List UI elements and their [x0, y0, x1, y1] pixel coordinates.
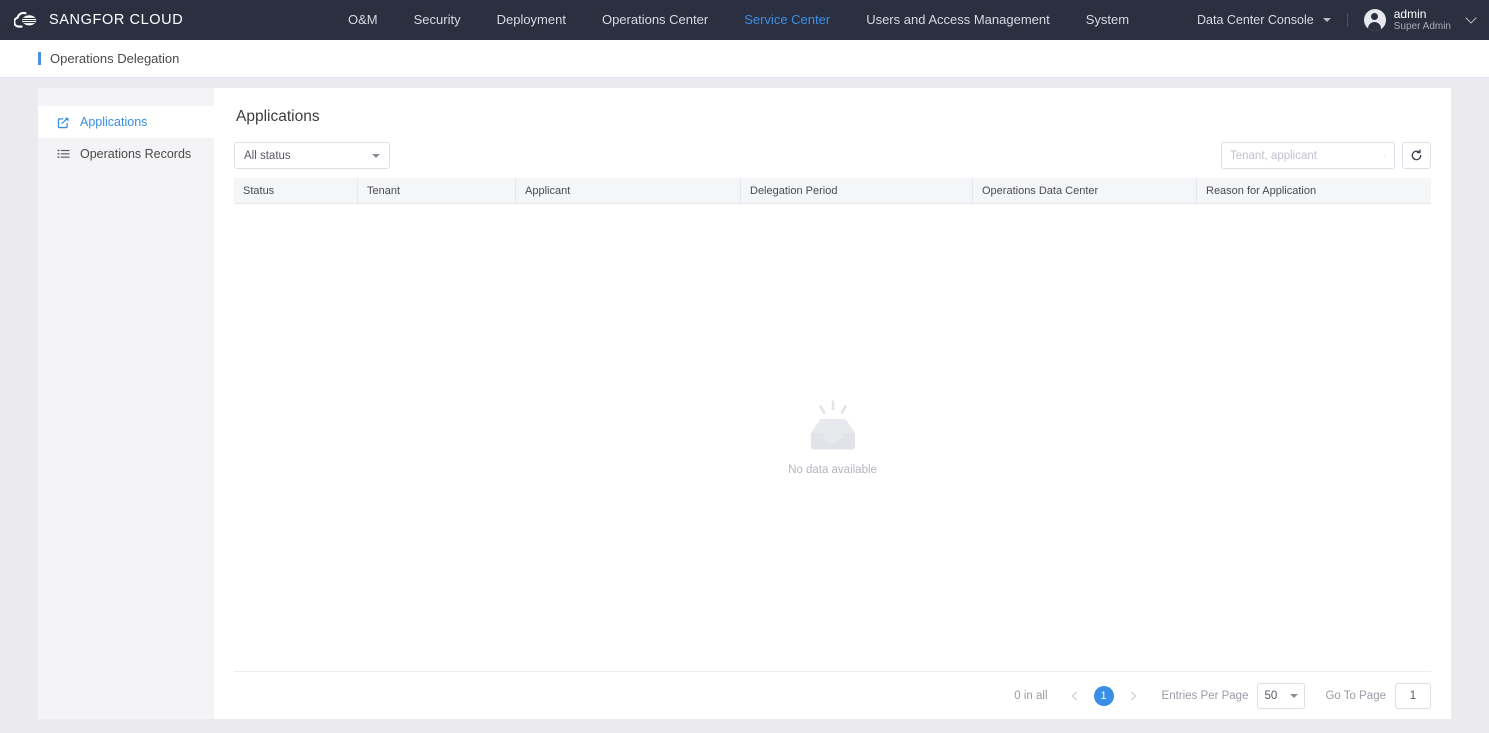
nav-item-system[interactable]: System: [1068, 0, 1147, 40]
status-filter-select[interactable]: All status: [234, 142, 390, 169]
avatar: [1363, 9, 1386, 31]
console-selector-label: Data Center Console: [1197, 13, 1314, 27]
empty-box-icon: [810, 399, 855, 449]
sidebar-item-label: Operations Records: [80, 147, 192, 161]
pagination: 0 in all 1 Entries Per Page 50 Go To Pag…: [234, 671, 1431, 719]
page-number-1[interactable]: 1: [1093, 685, 1114, 706]
nav-item-service-center[interactable]: Service Center: [726, 0, 848, 40]
breadcrumb-accent-bar: [38, 52, 41, 65]
divider: [1346, 13, 1348, 27]
applications-table: Status Tenant Applicant Delegation Perio…: [234, 178, 1431, 670]
chevron-down-icon: [1290, 693, 1299, 698]
chevron-down-icon: [372, 153, 380, 158]
main-nav: O&M Security Deployment Operations Cente…: [330, 0, 1197, 40]
brand[interactable]: SANGFOR CLOUD: [0, 10, 330, 30]
empty-state: No data available: [234, 204, 1431, 670]
top-right-controls: Data Center Console admin Super Admin: [1197, 7, 1489, 34]
total-count-label: 0 in all: [1014, 689, 1048, 702]
nav-item-security[interactable]: Security: [396, 0, 479, 40]
top-navigation-bar: SANGFOR CLOUD O&M Security Deployment Op…: [0, 0, 1489, 40]
nav-item-deployment[interactable]: Deployment: [479, 0, 584, 40]
next-page-button[interactable]: [1122, 686, 1142, 706]
refresh-button[interactable]: [1402, 142, 1431, 169]
search-input[interactable]: [1230, 149, 1384, 162]
sidebar: Applications Operations Records: [38, 88, 214, 719]
column-header-applicant: Applicant: [516, 178, 741, 203]
user-info: admin Super Admin: [1394, 7, 1451, 34]
nav-item-operations-center[interactable]: Operations Center: [584, 0, 726, 40]
column-header-tenant: Tenant: [358, 178, 516, 203]
edit-square-icon: [57, 117, 69, 128]
sidebar-item-applications[interactable]: Applications: [38, 106, 214, 138]
chevron-down-icon: [1465, 12, 1477, 24]
go-to-page-input[interactable]: [1395, 682, 1431, 709]
sidebar-item-operations-records[interactable]: Operations Records: [38, 138, 214, 170]
cloud-logo-icon: [14, 11, 37, 28]
user-role: Super Admin: [1393, 21, 1451, 33]
content-panel: Applications All status Tenant, applican…: [214, 88, 1451, 719]
column-header-delegation-period: Delegation Period: [741, 178, 973, 203]
workspace: Applications Operations Records Applicat…: [0, 78, 1489, 733]
breadcrumb: Operations Delegation: [0, 40, 1489, 78]
console-selector[interactable]: Data Center Console: [1197, 13, 1331, 27]
entries-per-page-label: Entries Per Page: [1161, 689, 1249, 702]
chevron-down-icon: [1322, 18, 1331, 22]
column-header-reason-for-application: Reason for Application: [1206, 184, 1317, 197]
status-filter-value: All status: [244, 149, 291, 162]
entries-per-page-select[interactable]: 50: [1257, 682, 1306, 709]
user-name: admin: [1393, 6, 1427, 21]
sidebar-item-label: Applications: [80, 115, 148, 129]
entries-per-page-value: 50: [1264, 689, 1278, 702]
toolbar: All status: [234, 142, 1431, 169]
prev-page-button[interactable]: [1066, 686, 1086, 706]
applications-title: Applications: [236, 108, 320, 125]
refresh-icon: [1411, 149, 1422, 161]
empty-state-text: No data available: [788, 463, 877, 476]
column-header-operations-data-center: Operations Data Center: [973, 178, 1197, 203]
search-icon: [1384, 154, 1386, 157]
brand-name: SANGFOR CLOUD: [49, 12, 184, 28]
nav-item-users-and-access-management[interactable]: Users and Access Management: [848, 0, 1068, 40]
list-icon: [57, 149, 70, 158]
table-header-row: Status Tenant Applicant Delegation Perio…: [234, 178, 1431, 204]
column-header-status: Status: [234, 178, 358, 203]
nav-item-om[interactable]: O&M: [330, 0, 396, 40]
go-to-page-label: Go To Page: [1325, 689, 1386, 702]
toolbar-right: [1221, 142, 1431, 169]
page-title: Operations Delegation: [50, 51, 180, 66]
user-menu[interactable]: admin Super Admin: [1363, 7, 1477, 34]
search-box[interactable]: [1221, 142, 1395, 169]
